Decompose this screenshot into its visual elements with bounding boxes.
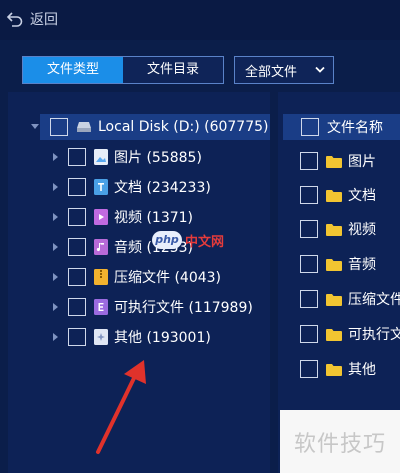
tree-item-label: 可执行文件 (117989) bbox=[114, 300, 253, 316]
php-badge: php bbox=[152, 231, 182, 249]
site-watermark: 软件技巧 bbox=[280, 410, 400, 473]
image-file-icon bbox=[94, 149, 108, 165]
expand-toggle[interactable] bbox=[53, 213, 58, 221]
list-item-label: 压缩文件 bbox=[348, 292, 400, 308]
back-button[interactable]: 返回 bbox=[6, 8, 58, 30]
folder-icon bbox=[326, 189, 342, 202]
folder-icon bbox=[326, 293, 342, 306]
list-item[interactable]: 压缩文件 bbox=[300, 286, 400, 312]
executable-file-icon bbox=[94, 299, 108, 315]
top-bar: 返回 bbox=[0, 0, 400, 40]
file-name-column-label: 文件名称 bbox=[327, 120, 383, 136]
file-name-header[interactable]: 文件名称 bbox=[283, 114, 400, 140]
list-item[interactable]: 视频 bbox=[300, 216, 376, 242]
list-item-checkbox[interactable] bbox=[300, 290, 318, 308]
expand-toggle[interactable] bbox=[53, 333, 58, 341]
tree-item-archives[interactable]: 压缩文件 (4043) bbox=[68, 264, 221, 290]
root-label: Local Disk (D:) (607775) bbox=[98, 119, 269, 135]
list-item-checkbox[interactable] bbox=[300, 186, 318, 204]
list-item-label: 其他 bbox=[348, 362, 376, 378]
folder-icon bbox=[326, 258, 342, 271]
php-watermark: php 中文网 bbox=[152, 226, 248, 254]
list-item[interactable]: 其他 bbox=[300, 356, 376, 382]
select-all-checkbox[interactable] bbox=[301, 118, 319, 136]
list-item-label: 图片 bbox=[348, 154, 376, 170]
tree-item-others[interactable]: 其他 (193001) bbox=[68, 324, 211, 350]
tree-root-local-disk[interactable]: Local Disk (D:) (607775) bbox=[40, 114, 270, 140]
disk-icon bbox=[77, 122, 91, 132]
tree-item-label: 文档 (234233) bbox=[114, 180, 211, 196]
tree-item-label: 图片 (55885) bbox=[114, 150, 202, 166]
folder-icon bbox=[326, 155, 342, 168]
php-watermark-text: 中文网 bbox=[185, 234, 225, 250]
tab-file-directory[interactable]: 文件目录 bbox=[123, 57, 223, 83]
list-item[interactable]: 可执行文 bbox=[300, 321, 400, 347]
tab-file-type[interactable]: 文件类型 bbox=[23, 57, 123, 83]
tree-item-checkbox[interactable] bbox=[68, 148, 86, 166]
root-checkbox[interactable] bbox=[50, 118, 68, 136]
list-item[interactable]: 图片 bbox=[300, 148, 376, 174]
expand-toggle[interactable] bbox=[53, 153, 58, 161]
back-arrow-icon bbox=[6, 12, 23, 27]
list-item-label: 文档 bbox=[348, 188, 376, 204]
tree-item-images[interactable]: 图片 (55885) bbox=[68, 144, 202, 170]
tree-item-label: 其他 (193001) bbox=[114, 330, 211, 346]
back-label: 返回 bbox=[30, 12, 58, 28]
chevron-down-icon bbox=[315, 66, 325, 73]
list-item-label: 视频 bbox=[348, 222, 376, 238]
tree-item-checkbox[interactable] bbox=[68, 298, 86, 316]
audio-file-icon bbox=[94, 239, 108, 255]
expand-toggle[interactable] bbox=[53, 183, 58, 191]
file-filter-dropdown[interactable]: 全部文件 bbox=[234, 56, 334, 84]
tree-item-label: 视频 (1371) bbox=[114, 210, 194, 226]
list-item-checkbox[interactable] bbox=[300, 360, 318, 378]
expand-toggle[interactable] bbox=[53, 303, 58, 311]
tree-item-executables[interactable]: 可执行文件 (117989) bbox=[68, 294, 253, 320]
tree-item-checkbox[interactable] bbox=[68, 178, 86, 196]
tree-item-checkbox[interactable] bbox=[68, 268, 86, 286]
view-tabs: 文件类型 文件目录 bbox=[22, 56, 224, 84]
annotation-arrow-icon bbox=[96, 360, 146, 454]
other-file-icon bbox=[94, 329, 108, 345]
list-item-checkbox[interactable] bbox=[300, 325, 318, 343]
list-item-label: 可执行文 bbox=[348, 327, 400, 343]
list-item[interactable]: 音频 bbox=[300, 251, 376, 277]
tree-item-checkbox[interactable] bbox=[68, 238, 86, 256]
expand-toggle[interactable] bbox=[53, 273, 58, 281]
list-item-checkbox[interactable] bbox=[300, 255, 318, 273]
file-filter-value: 全部文件 bbox=[245, 64, 298, 80]
document-file-icon bbox=[94, 179, 108, 195]
expand-toggle[interactable] bbox=[53, 243, 58, 251]
site-watermark-text: 软件技巧 bbox=[293, 431, 386, 457]
tree-item-checkbox[interactable] bbox=[68, 328, 86, 346]
folder-icon bbox=[326, 328, 342, 341]
archive-file-icon bbox=[94, 269, 108, 285]
tree-item-label: 压缩文件 (4043) bbox=[114, 270, 222, 286]
folder-icon bbox=[326, 363, 342, 376]
list-item-label: 音频 bbox=[348, 257, 376, 273]
list-item[interactable]: 文档 bbox=[300, 182, 376, 208]
folder-icon bbox=[326, 223, 342, 236]
list-item-checkbox[interactable] bbox=[300, 220, 318, 238]
list-item-checkbox[interactable] bbox=[300, 152, 318, 170]
tree-item-checkbox[interactable] bbox=[68, 208, 86, 226]
tree-item-documents[interactable]: 文档 (234233) bbox=[68, 174, 211, 200]
video-file-icon bbox=[94, 209, 108, 225]
expand-root-toggle[interactable] bbox=[31, 124, 39, 129]
